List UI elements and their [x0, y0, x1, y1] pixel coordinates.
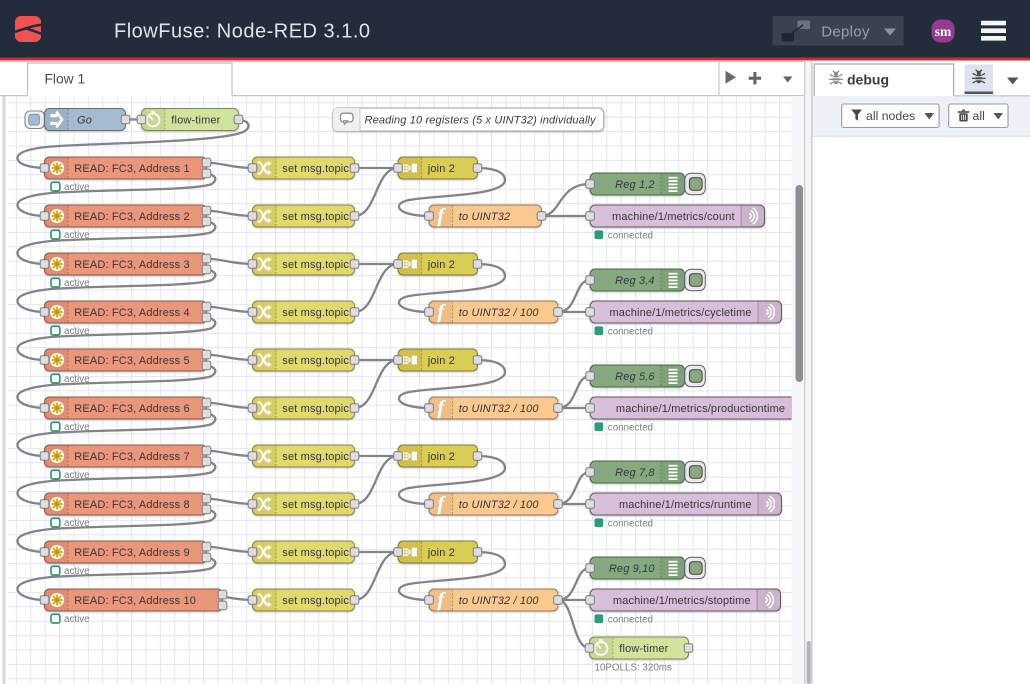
svg-text:set msg.topic: set msg.topic — [282, 259, 349, 271]
svg-text:all nodes: all nodes — [866, 109, 915, 123]
svg-text:Reading 10 registers (5 x UINT: Reading 10 registers (5 x UINT32) indivi… — [365, 114, 598, 126]
svg-text:debug: debug — [847, 72, 889, 88]
svg-text:set msg.topic: set msg.topic — [282, 403, 349, 415]
svg-text:sm: sm — [935, 24, 952, 39]
svg-text:machine/1/metrics/stoptime: machine/1/metrics/stoptime — [613, 595, 751, 607]
svg-text:machine/1/metrics/count: machine/1/metrics/count — [612, 211, 735, 223]
svg-text:active: active — [64, 422, 90, 433]
svg-text:set msg.topic: set msg.topic — [282, 499, 349, 511]
svg-text:join 2: join 2 — [427, 259, 455, 271]
svg-text:to UINT32: to UINT32 — [459, 211, 510, 223]
svg-text:set msg.topic: set msg.topic — [282, 211, 349, 223]
svg-text:READ: FC3, Address 3: READ: FC3, Address 3 — [74, 259, 190, 271]
svg-text:Reg 3,4: Reg 3,4 — [615, 275, 655, 287]
svg-text:READ: FC3, Address 2: READ: FC3, Address 2 — [74, 211, 190, 223]
svg-text:machine/1/metrics/runtime: machine/1/metrics/runtime — [619, 499, 752, 511]
svg-text:Go: Go — [77, 114, 92, 126]
svg-text:READ: FC3, Address 5: READ: FC3, Address 5 — [74, 355, 190, 367]
svg-text:Reg 1,2: Reg 1,2 — [615, 179, 655, 191]
svg-text:join 2: join 2 — [427, 355, 455, 367]
svg-text:active: active — [64, 470, 90, 481]
svg-text:set msg.topic: set msg.topic — [282, 451, 349, 463]
svg-text:active: active — [64, 326, 90, 337]
svg-text:active: active — [64, 566, 90, 577]
svg-text:READ: FC3, Address 1: READ: FC3, Address 1 — [74, 163, 190, 175]
svg-text:join 2: join 2 — [427, 163, 455, 175]
svg-text:Deploy: Deploy — [821, 23, 870, 40]
svg-text:set msg.topic: set msg.topic — [282, 355, 349, 367]
svg-text:machine/1/metrics/cycletime: machine/1/metrics/cycletime — [609, 307, 751, 319]
svg-text:active: active — [64, 278, 90, 289]
svg-text:to UINT32 / 100: to UINT32 / 100 — [459, 307, 540, 319]
svg-text:READ: FC3, Address 6: READ: FC3, Address 6 — [74, 403, 190, 415]
svg-text:join 2: join 2 — [427, 547, 455, 559]
svg-text:to UINT32 / 100: to UINT32 / 100 — [459, 403, 540, 415]
svg-text:Flow 1: Flow 1 — [45, 72, 86, 87]
svg-text:flow-timer: flow-timer — [619, 643, 668, 655]
svg-text:READ: FC3, Address 10: READ: FC3, Address 10 — [74, 595, 196, 607]
svg-text:set msg.topic: set msg.topic — [282, 595, 349, 607]
svg-text:READ: FC3, Address 8: READ: FC3, Address 8 — [74, 499, 190, 511]
svg-text:active: active — [64, 230, 90, 241]
svg-text:active: active — [64, 518, 90, 529]
svg-text:flow-timer: flow-timer — [171, 114, 220, 126]
svg-text:connected: connected — [608, 327, 653, 338]
svg-text:READ: FC3, Address 4: READ: FC3, Address 4 — [74, 307, 190, 319]
svg-text:set msg.topic: set msg.topic — [282, 163, 349, 175]
svg-text:active: active — [64, 374, 90, 385]
svg-text:READ: FC3, Address 7: READ: FC3, Address 7 — [74, 451, 190, 463]
svg-text:connected: connected — [608, 231, 653, 242]
svg-text:Reg 5,6: Reg 5,6 — [615, 371, 655, 383]
svg-text:active: active — [64, 182, 90, 193]
svg-text:connected: connected — [608, 615, 653, 626]
svg-text:Reg 7,8: Reg 7,8 — [615, 467, 655, 479]
svg-text:set msg.topic: set msg.topic — [282, 547, 349, 559]
svg-text:to UINT32 / 100: to UINT32 / 100 — [459, 499, 540, 511]
svg-text:Reg 9,10: Reg 9,10 — [609, 563, 656, 575]
svg-text:all: all — [973, 109, 985, 123]
svg-text:READ: FC3, Address 9: READ: FC3, Address 9 — [74, 547, 190, 559]
svg-text:machine/1/metrics/productionti: machine/1/metrics/productiontime — [616, 403, 785, 415]
svg-text:set msg.topic: set msg.topic — [282, 307, 349, 319]
svg-text:connected: connected — [608, 519, 653, 530]
svg-text:10POLLS: 320ms: 10POLLS: 320ms — [595, 663, 672, 674]
svg-text:active: active — [64, 614, 90, 625]
svg-text:join 2: join 2 — [427, 451, 455, 463]
svg-text:FlowFuse: Node-RED 3.1.0: FlowFuse: Node-RED 3.1.0 — [114, 21, 371, 43]
svg-text:to UINT32 / 100: to UINT32 / 100 — [459, 595, 540, 607]
svg-text:connected: connected — [608, 423, 653, 434]
